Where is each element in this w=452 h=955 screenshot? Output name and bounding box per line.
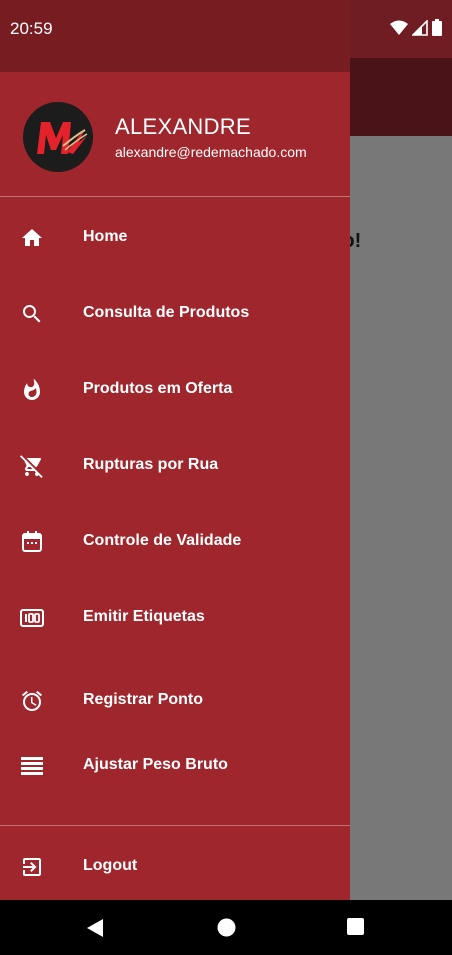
avatar — [23, 102, 93, 172]
menu-item-consulta-produtos[interactable]: Consulta de Produtos — [0, 284, 350, 344]
home-circle-icon[interactable] — [217, 918, 236, 937]
status-icons — [390, 19, 442, 36]
navigation-drawer: ALEXANDRE alexandre@redemachado.com Home… — [0, 0, 350, 900]
wifi-icon — [390, 20, 408, 35]
header-divider — [0, 196, 350, 197]
logout-icon — [23, 858, 41, 876]
calendar-icon — [22, 531, 42, 552]
menu-item-label: Registrar Ponto — [83, 691, 204, 708]
menu-item-registrar-ponto[interactable]: Registrar Ponto — [0, 671, 350, 731]
cart-off-icon — [20, 455, 43, 478]
recents-icon[interactable] — [347, 918, 364, 935]
menu-item-label: Home — [83, 228, 128, 245]
menu-item-rupturas-rua[interactable]: Rupturas por Rua — [0, 436, 350, 496]
home-icon — [22, 229, 42, 246]
user-email: alexandre@redemachado.com — [115, 144, 307, 160]
menu-item-ajustar-peso[interactable]: Ajustar Peso Bruto — [0, 736, 350, 796]
battery-icon — [432, 19, 442, 36]
menu-item-produtos-oferta[interactable]: Produtos em Oferta — [0, 360, 350, 420]
footer-divider — [0, 825, 350, 826]
signal-icon — [412, 19, 428, 36]
system-nav-bar — [0, 900, 452, 955]
menu-item-controle-validade[interactable]: Controle de Validade — [0, 512, 350, 572]
menu-item-label: Produtos em Oferta — [83, 380, 233, 397]
menu-item-label: Consulta de Produtos — [83, 304, 250, 321]
menu-item-label: Logout — [83, 857, 138, 874]
status-bar: 20:59 — [0, 0, 452, 58]
drawer-header: ALEXANDRE alexandre@redemachado.com — [0, 72, 350, 196]
alarm-icon — [22, 690, 42, 711]
menu-item-label: Ajustar Peso Bruto — [83, 756, 228, 773]
brand-logo-icon — [37, 122, 88, 154]
list-icon — [21, 757, 43, 775]
search-icon — [23, 305, 41, 323]
label-100-icon — [20, 609, 44, 627]
menu-item-emitir-etiquetas[interactable]: Emitir Etiquetas — [0, 588, 350, 648]
fire-icon — [24, 378, 40, 400]
user-name: ALEXANDRE — [115, 114, 251, 139]
status-time: 20:59 — [10, 19, 53, 38]
menu-item-home[interactable]: Home — [0, 208, 350, 268]
menu-item-label: Controle de Validade — [83, 532, 242, 549]
menu-item-label: Emitir Etiquetas — [83, 608, 205, 625]
menu-item-logout[interactable]: Logout — [0, 837, 350, 897]
back-icon[interactable] — [86, 918, 104, 938]
menu-item-label: Rupturas por Rua — [83, 456, 219, 473]
